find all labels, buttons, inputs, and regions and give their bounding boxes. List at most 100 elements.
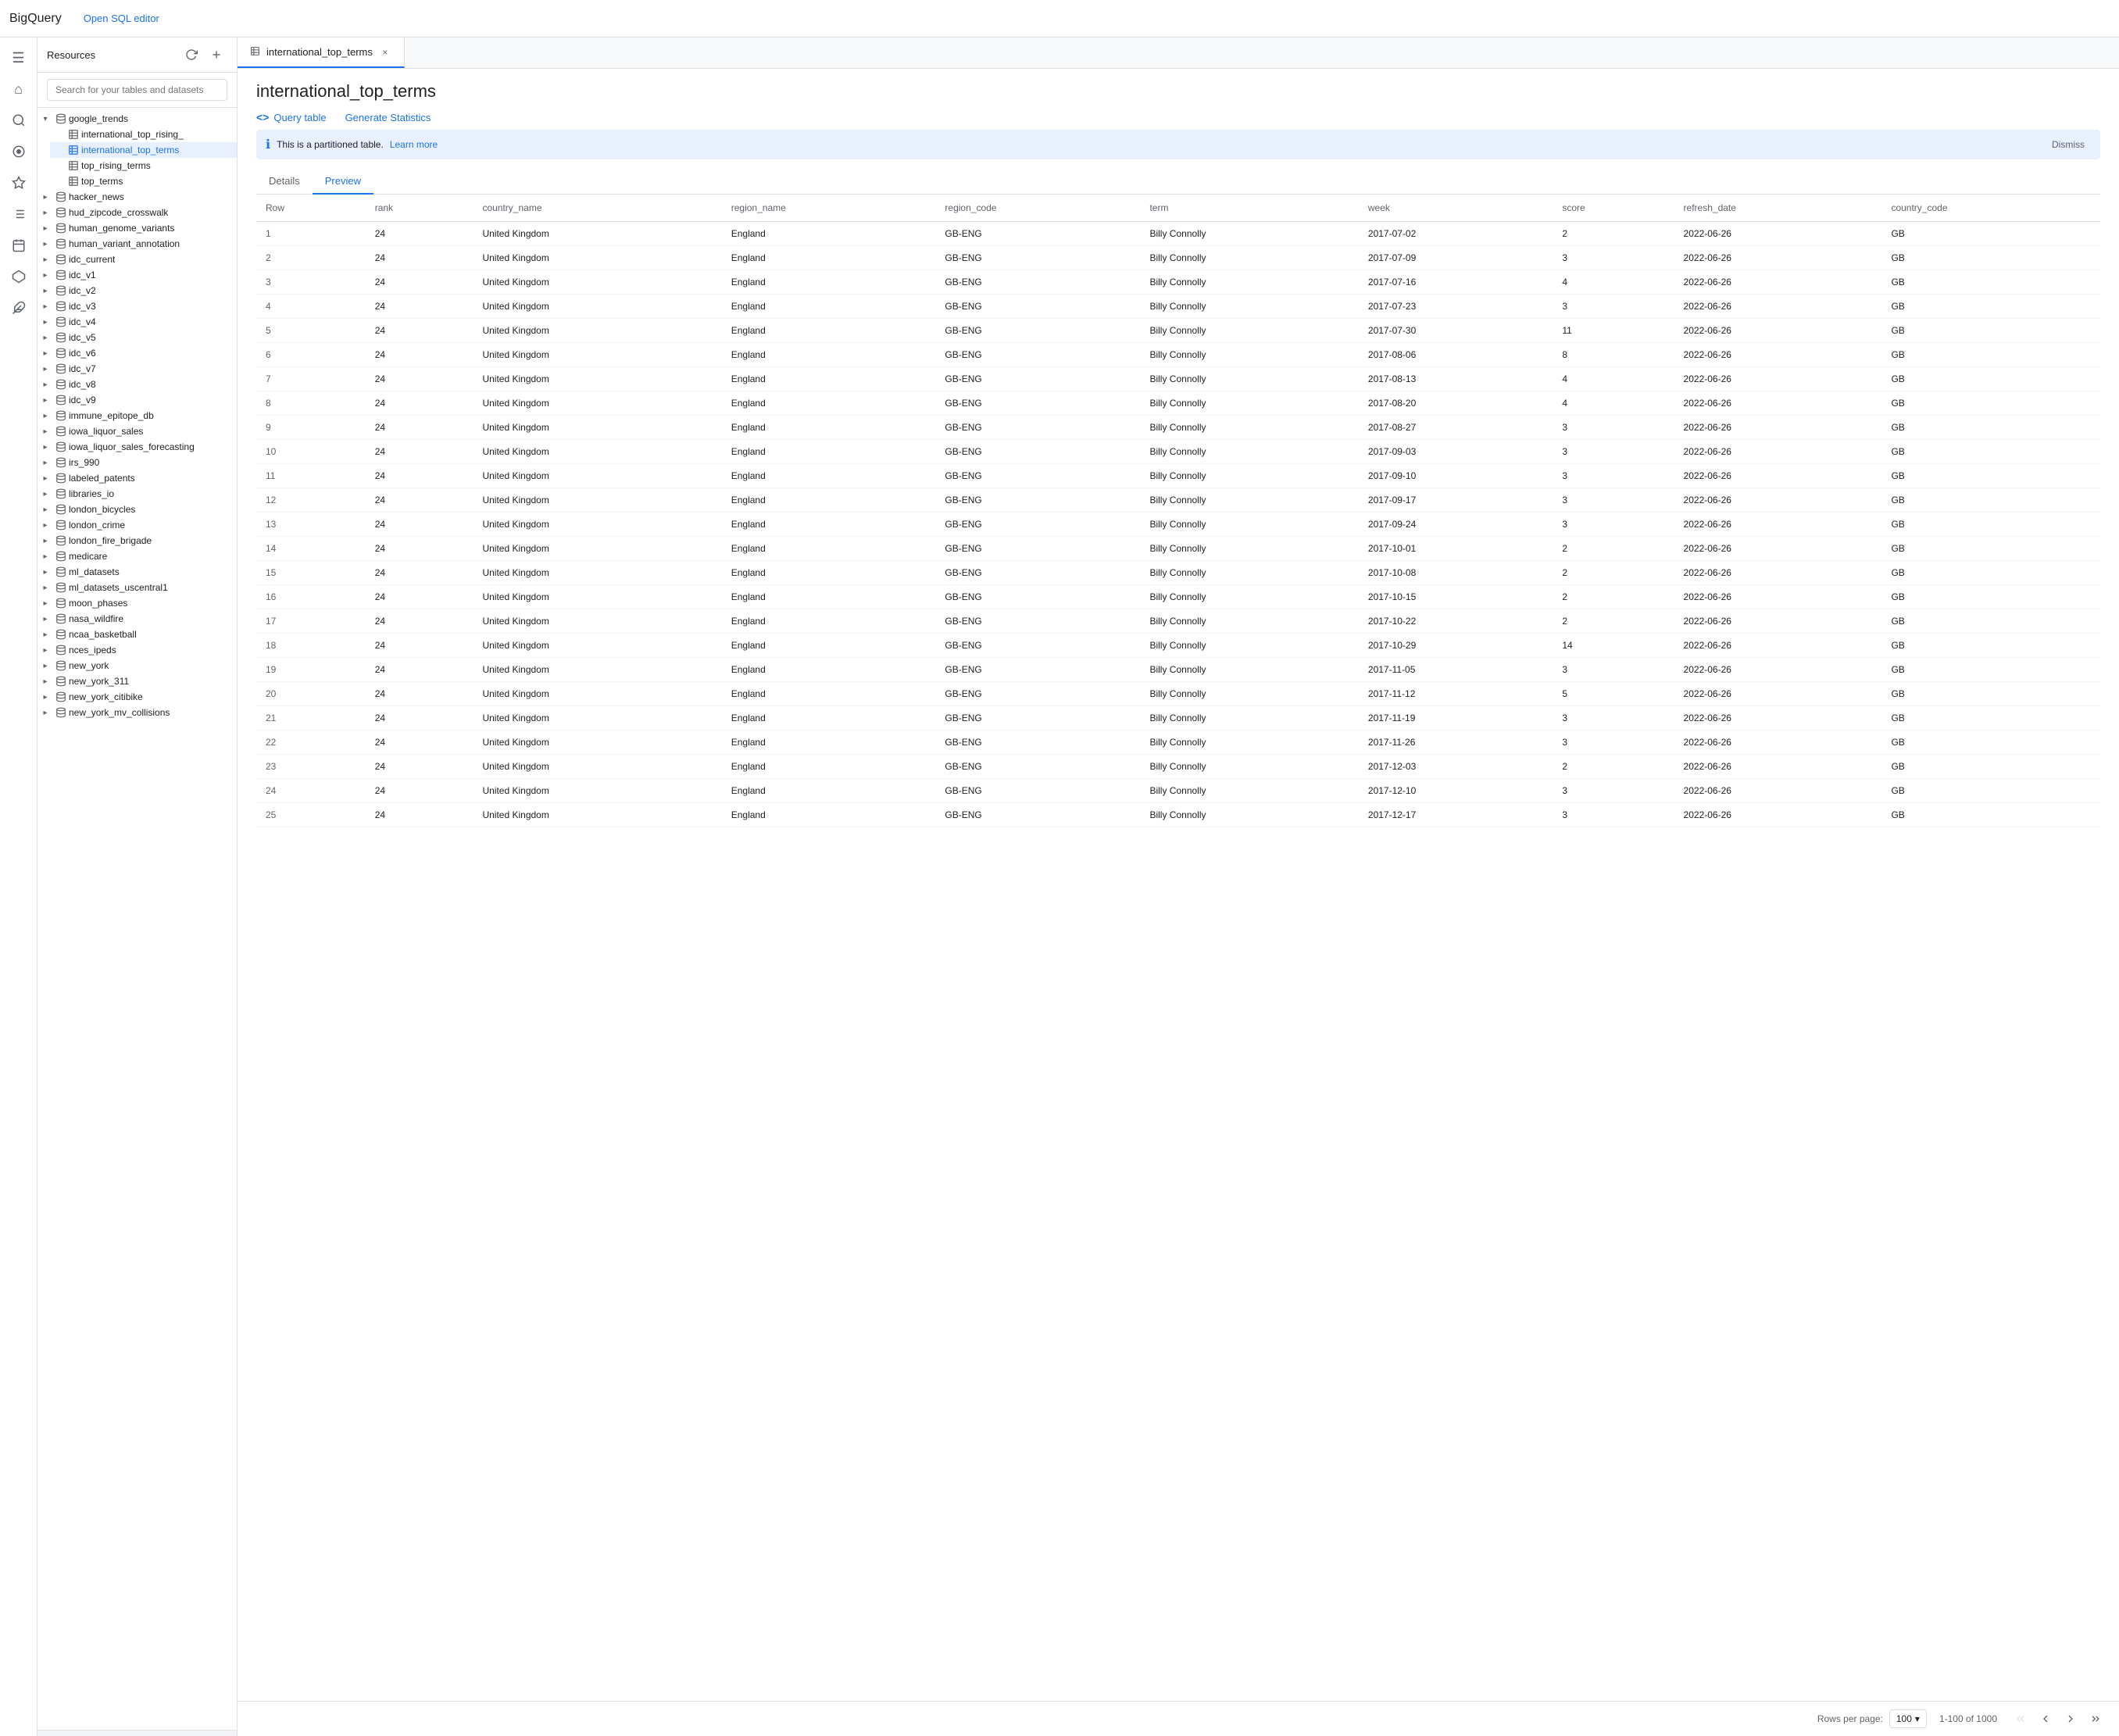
sidebar-item-top_terms[interactable]: top_terms: [50, 173, 237, 189]
table-cell: United Kingdom: [473, 609, 721, 634]
table-cell: 2022-06-26: [1674, 755, 1882, 779]
refresh-button[interactable]: [180, 44, 202, 66]
info-text: This is a partitioned table.: [277, 139, 384, 150]
table-cell: 24: [366, 319, 473, 343]
dataset-icon: [53, 113, 69, 124]
sidebar-item-international_top_rising_[interactable]: international_top_rising_: [50, 127, 237, 142]
sidebar-item-idc_v7[interactable]: ▸ idc_v7: [38, 361, 237, 377]
sidebar-item-idc_v6[interactable]: ▸ idc_v6: [38, 345, 237, 361]
learn-more-link[interactable]: Learn more: [390, 139, 438, 150]
table-cell: GB-ENG: [935, 779, 1140, 803]
graph-icon[interactable]: [5, 263, 33, 291]
sidebar-item-iowa_liquor_sales_forecasting[interactable]: ▸ iowa_liquor_sales_forecasting: [38, 439, 237, 455]
table-row: 1324United KingdomEnglandGB-ENGBilly Con…: [256, 513, 2100, 537]
sidebar-item-london_crime[interactable]: ▸ london_crime: [38, 517, 237, 533]
sidebar-item-human_variant_annotation[interactable]: ▸ human_variant_annotation: [38, 236, 237, 252]
table-cell: 18: [256, 634, 366, 658]
table-cell: 3: [256, 270, 366, 295]
dataset-icon: [53, 707, 69, 718]
sidebar-scrollbar[interactable]: [38, 1730, 237, 1736]
tab-close-button[interactable]: ×: [379, 46, 391, 59]
rows-per-page-select[interactable]: 100 ▾: [1889, 1709, 1927, 1728]
table-cell: England: [722, 682, 936, 706]
sidebar-item-google_trends[interactable]: ▾ google_trends: [38, 111, 237, 127]
table-cell: 2022-06-26: [1674, 488, 1882, 513]
main-tab[interactable]: international_top_terms ×: [238, 38, 405, 68]
tab-details[interactable]: Details: [256, 169, 313, 195]
sidebar-item-idc_v5[interactable]: ▸ idc_v5: [38, 330, 237, 345]
sidebar-item-moon_phases[interactable]: ▸ moon_phases: [38, 595, 237, 611]
query-table-button[interactable]: <> Query table: [256, 111, 327, 123]
sidebar-item-london_fire_brigade[interactable]: ▸ london_fire_brigade: [38, 533, 237, 548]
tag-icon[interactable]: [5, 169, 33, 197]
dataset-icon: [53, 316, 69, 327]
dataset-icon: [53, 598, 69, 609]
home-icon[interactable]: ⌂: [5, 75, 33, 103]
open-sql-editor-button[interactable]: Open SQL editor: [74, 8, 169, 29]
sidebar-item-hacker_news[interactable]: ▸ hacker_news: [38, 189, 237, 205]
menu-icon[interactable]: ☰: [5, 44, 33, 72]
sidebar-item-medicare[interactable]: ▸ medicare: [38, 548, 237, 564]
search-icon[interactable]: [5, 106, 33, 134]
tab-bar: international_top_terms ×: [238, 38, 2119, 69]
table-cell: GB-ENG: [935, 391, 1140, 416]
sidebar-item-immune_epitope_db[interactable]: ▸ immune_epitope_db: [38, 408, 237, 423]
sidebar-item-idc_v1[interactable]: ▸ idc_v1: [38, 267, 237, 283]
circle-icon[interactable]: [5, 138, 33, 166]
sidebar-item-nasa_wildfire[interactable]: ▸ nasa_wildfire: [38, 611, 237, 627]
sidebar-item-idc_current[interactable]: ▸ idc_current: [38, 252, 237, 267]
plugin-icon[interactable]: [5, 294, 33, 322]
sidebar-item-hud_zipcode_crosswalk[interactable]: ▸ hud_zipcode_crosswalk: [38, 205, 237, 220]
next-page-button[interactable]: [2060, 1708, 2081, 1730]
table-cell: 2017-10-15: [1359, 585, 1553, 609]
sidebar-item-idc_v8[interactable]: ▸ idc_v8: [38, 377, 237, 392]
sidebar-item-idc_v2[interactable]: ▸ idc_v2: [38, 283, 237, 298]
table-cell: GB-ENG: [935, 537, 1140, 561]
table-cell: 2017-08-06: [1359, 343, 1553, 367]
table-row: 1424United KingdomEnglandGB-ENGBilly Con…: [256, 537, 2100, 561]
sidebar-item-nces_ipeds[interactable]: ▸ nces_ipeds: [38, 642, 237, 658]
dismiss-button[interactable]: Dismiss: [2046, 136, 2091, 153]
sidebar-item-new_york[interactable]: ▸ new_york: [38, 658, 237, 673]
sidebar-item-idc_v3[interactable]: ▸ idc_v3: [38, 298, 237, 314]
rows-per-page-control: Rows per page: 100 ▾: [1817, 1709, 1927, 1728]
generate-statistics-button[interactable]: Generate Statistics: [345, 112, 431, 123]
sidebar-item-ncaa_basketball[interactable]: ▸ ncaa_basketball: [38, 627, 237, 642]
sidebar-item-top_rising_terms[interactable]: top_rising_terms: [50, 158, 237, 173]
table-cell: 22: [256, 730, 366, 755]
last-page-button[interactable]: [2085, 1708, 2106, 1730]
sidebar-item-new_york_citibike[interactable]: ▸ new_york_citibike: [38, 689, 237, 705]
sidebar-item-london_bicycles[interactable]: ▸ london_bicycles: [38, 502, 237, 517]
sidebar-item-idc_v9[interactable]: ▸ idc_v9: [38, 392, 237, 408]
sidebar-item-ml_datasets_uscentral1[interactable]: ▸ ml_datasets_uscentral1: [38, 580, 237, 595]
sidebar-item-irs_990[interactable]: ▸ irs_990: [38, 455, 237, 470]
dataset-icon: [53, 238, 69, 249]
calendar-icon[interactable]: [5, 231, 33, 259]
sidebar-item-libraries_io[interactable]: ▸ libraries_io: [38, 486, 237, 502]
first-page-button[interactable]: [2010, 1708, 2031, 1730]
table-cell: GB-ENG: [935, 730, 1140, 755]
sidebar-item-human_genome_variants[interactable]: ▸ human_genome_variants: [38, 220, 237, 236]
sidebar-item-new_york_mv_collisions[interactable]: ▸ new_york_mv_collisions: [38, 705, 237, 720]
toggle-icon: ▸: [38, 287, 53, 295]
pagination-buttons: [2010, 1708, 2106, 1730]
sidebar-item-new_york_311[interactable]: ▸ new_york_311: [38, 673, 237, 689]
list-icon[interactable]: [5, 200, 33, 228]
prev-page-button[interactable]: [2035, 1708, 2056, 1730]
sidebar-search-input[interactable]: [47, 79, 227, 101]
table-cell: Billy Connolly: [1140, 658, 1358, 682]
sidebar-item-international_top_terms[interactable]: international_top_terms: [50, 142, 237, 158]
table-cell: Billy Connolly: [1140, 779, 1358, 803]
add-resource-button[interactable]: [205, 44, 227, 66]
tab-preview[interactable]: Preview: [313, 169, 373, 195]
sidebar-item-iowa_liquor_sales[interactable]: ▸ iowa_liquor_sales: [38, 423, 237, 439]
rows-per-page-value: 100: [1896, 1713, 1912, 1724]
sidebar-item-labeled_patents[interactable]: ▸ labeled_patents: [38, 470, 237, 486]
dataset-label: idc_v2: [69, 285, 96, 296]
page-title: international_top_terms: [256, 81, 2100, 102]
sidebar-item-ml_datasets[interactable]: ▸ ml_datasets: [38, 564, 237, 580]
sidebar-item-idc_v4[interactable]: ▸ idc_v4: [38, 314, 237, 330]
dataset-label: idc_v8: [69, 379, 96, 390]
info-banner-content: ℹ This is a partitioned table. Learn mor…: [266, 137, 438, 152]
table-cell: Billy Connolly: [1140, 246, 1358, 270]
